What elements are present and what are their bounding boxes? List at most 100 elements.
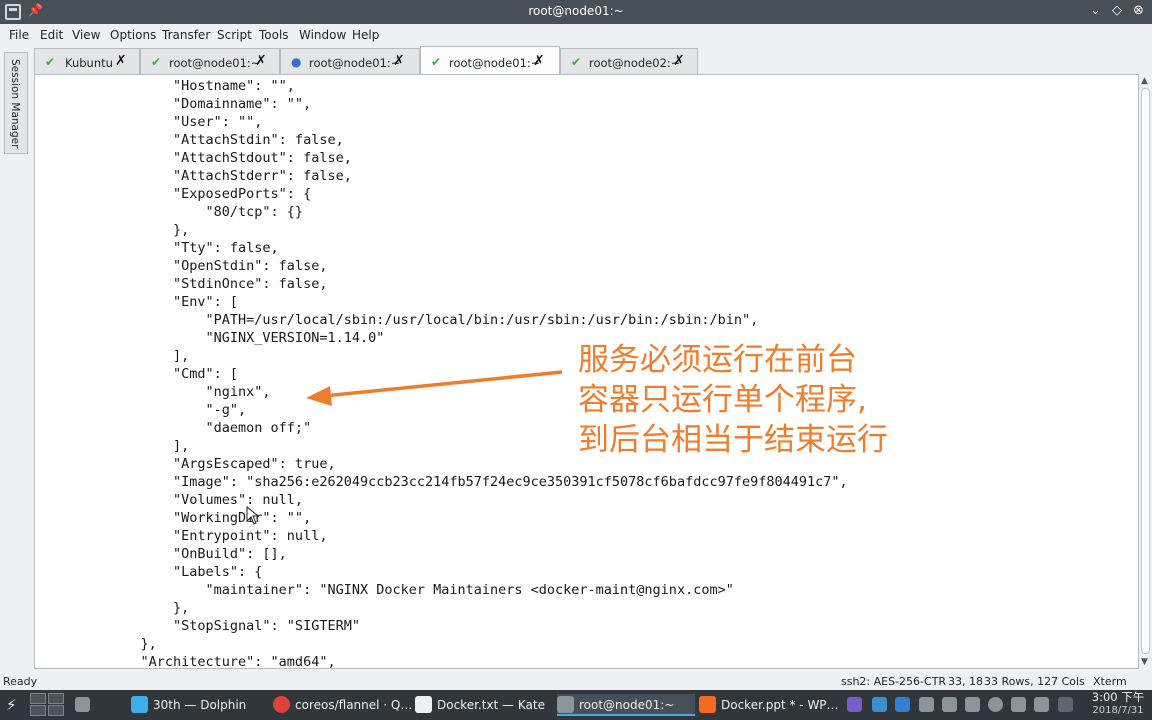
menu-help[interactable]: Help [352, 28, 379, 42]
menu-window[interactable]: Window [299, 28, 346, 42]
close-icon[interactable]: ⊗ [1133, 3, 1144, 18]
mouse-cursor-icon [246, 506, 260, 525]
terminal-line: "ExposedPorts": { [108, 186, 312, 202]
menu-transfer[interactable]: Transfer [162, 28, 210, 42]
status-term: Xterm [1093, 675, 1127, 688]
tab-root-node02[interactable]: ✔ root@node02:~ ✗ [560, 48, 698, 74]
terminal-line: "OnBuild": [], [108, 546, 287, 562]
clock[interactable]: 3:00 下午 2018/7/31 [1086, 691, 1150, 717]
tray-info-icon[interactable] [872, 697, 887, 712]
task-label: 30th — Dolphin [153, 698, 247, 712]
close-tab-icon[interactable]: ✗ [673, 53, 685, 69]
tray-app-icon[interactable] [847, 697, 862, 712]
terminal-line: }, [108, 636, 157, 652]
tab-root-node01-1[interactable]: ✔ root@node01:~ ✗ [140, 48, 280, 74]
scrollbar-thumb[interactable] [1141, 88, 1150, 654]
status-size: 33 Rows, 127 Cols [984, 675, 1085, 688]
terminal-scrollbar[interactable]: ▲ ▼ [1139, 74, 1152, 669]
terminal-line: "AttachStdin": false, [108, 132, 344, 148]
scroll-up-icon[interactable]: ▲ [1141, 76, 1148, 86]
annotation-text: 服务必须运行在前台 容器只运行单个程序, 到后台相当于结束运行 [578, 340, 888, 460]
battery-icon[interactable] [1034, 697, 1049, 712]
tab-label: root@node01:~ [449, 56, 541, 70]
tab-label: root@node01:~ [309, 56, 401, 70]
status-cipher: ssh2: AES-256-CTR [841, 675, 947, 688]
taskbar: ⚡ 30th — Dolphin coreos/flannel · Q… Doc… [0, 690, 1152, 720]
terminal-line: "Volumes": null, [108, 492, 304, 508]
show-desktop-icon[interactable] [75, 697, 90, 712]
clock-date: 2018/7/31 [1092, 705, 1144, 716]
close-tab-icon[interactable]: ✗ [255, 53, 267, 69]
task-dolphin[interactable]: 30th — Dolphin [131, 694, 269, 716]
network-icon[interactable] [988, 697, 1003, 712]
terminal-line: "Env": [ [108, 294, 239, 310]
minimize-icon[interactable]: ⌄ [1090, 3, 1101, 18]
task-chrome[interactable]: coreos/flannel · Q… [273, 694, 413, 716]
window-title: root@node01:~ [528, 4, 624, 18]
app-launcher-icon[interactable]: ⚡ [6, 696, 17, 714]
terminal-line: "User": "", [108, 114, 263, 130]
terminal-line: "Domainname": "", [108, 96, 312, 112]
terminal-line: "AttachStdout": false, [108, 150, 352, 166]
chrome-icon [273, 696, 290, 713]
menu-bar: File Edit View Options Transfer Script T… [0, 24, 1152, 46]
session-manager-toggle[interactable]: Session Manager [4, 52, 28, 154]
terminal-line: "Image": "sha256:e262049ccb23cc214fb57f2… [108, 474, 848, 490]
pager-desktop-2[interactable] [48, 693, 64, 704]
menu-tools[interactable]: Tools [259, 28, 289, 42]
tray-display-icon[interactable] [942, 697, 957, 712]
terminal-line: "Labels": { [108, 564, 263, 580]
status-bar: Ready ssh2: AES-256-CTR 33, 18 33 Rows, … [0, 672, 1152, 690]
terminal-line: "PATH=/usr/local/sbin:/usr/local/bin:/us… [108, 312, 759, 328]
tab-label: root@node02:~ [589, 56, 681, 70]
info-icon: ● [291, 55, 302, 69]
task-label: coreos/flannel · Q… [295, 698, 413, 712]
terminal-line: "StopSignal": "SIGTERM" [108, 618, 360, 634]
folder-icon [131, 696, 148, 713]
maximize-icon[interactable]: ◇ [1112, 3, 1122, 18]
pager-desktop-4[interactable] [48, 705, 64, 716]
check-icon: ✔ [151, 55, 162, 69]
task-kate[interactable]: Docker.txt — Kate [415, 694, 555, 716]
terminal-line: "Architecture": "amd64", [108, 654, 336, 669]
tab-kubuntu[interactable]: ✔ Kubuntu ✗ [34, 48, 140, 74]
check-icon: ✔ [571, 55, 582, 69]
terminal-line: }, [108, 222, 190, 238]
tray-expand-icon[interactable] [1058, 697, 1073, 712]
terminal-line: "80/tcp": {} [108, 204, 304, 220]
volume-icon[interactable] [1011, 697, 1026, 712]
terminal-line: "WorkingDir": "", [108, 510, 312, 526]
check-icon: ✔ [431, 55, 442, 69]
tray-clipboard-icon[interactable] [919, 697, 934, 712]
document-icon [415, 696, 432, 713]
status-ready: Ready [3, 675, 38, 688]
menu-edit[interactable]: Edit [40, 28, 63, 42]
pager-desktop-1[interactable] [30, 693, 46, 704]
tray-box-icon[interactable] [895, 697, 910, 712]
menu-view[interactable]: View [72, 28, 100, 42]
terminal-line: "Hostname": "", [108, 78, 295, 94]
annotation-line: 容器只运行单个程序, [578, 382, 867, 418]
annotation-arrow [306, 370, 563, 406]
scroll-down-icon[interactable]: ▼ [1141, 657, 1148, 667]
pager-desktop-3[interactable] [30, 705, 46, 716]
menu-file[interactable]: File [9, 28, 29, 42]
menu-script[interactable]: Script [217, 28, 252, 42]
terminal-line: "AttachStderr": false, [108, 168, 352, 184]
close-tab-icon[interactable]: ✗ [393, 53, 405, 69]
terminal-line: "Tty": false, [108, 240, 279, 256]
task-terminal[interactable]: root@node01:~ [557, 694, 695, 716]
close-tab-icon[interactable]: ✗ [533, 53, 545, 69]
status-position: 33, 18 [948, 675, 983, 688]
tab-root-node01-active[interactable]: ✔ root@node01:~ ✗ [420, 46, 560, 74]
terminal-line: "OpenStdin": false, [108, 258, 328, 274]
task-wps[interactable]: Docker.ppt * - WP… [699, 694, 839, 716]
task-label: Docker.ppt * - WP… [721, 698, 839, 712]
tray-device-icon[interactable] [965, 697, 980, 712]
menu-options[interactable]: Options [110, 28, 156, 42]
close-tab-icon[interactable]: ✗ [115, 53, 127, 69]
tab-label: root@node01:~ [169, 56, 261, 70]
tab-root-node01-2[interactable]: ● root@node01:~ ✗ [280, 48, 420, 74]
annotation-line: 服务必须运行在前台 [578, 342, 857, 378]
session-manager-label: Session Manager [9, 59, 21, 149]
